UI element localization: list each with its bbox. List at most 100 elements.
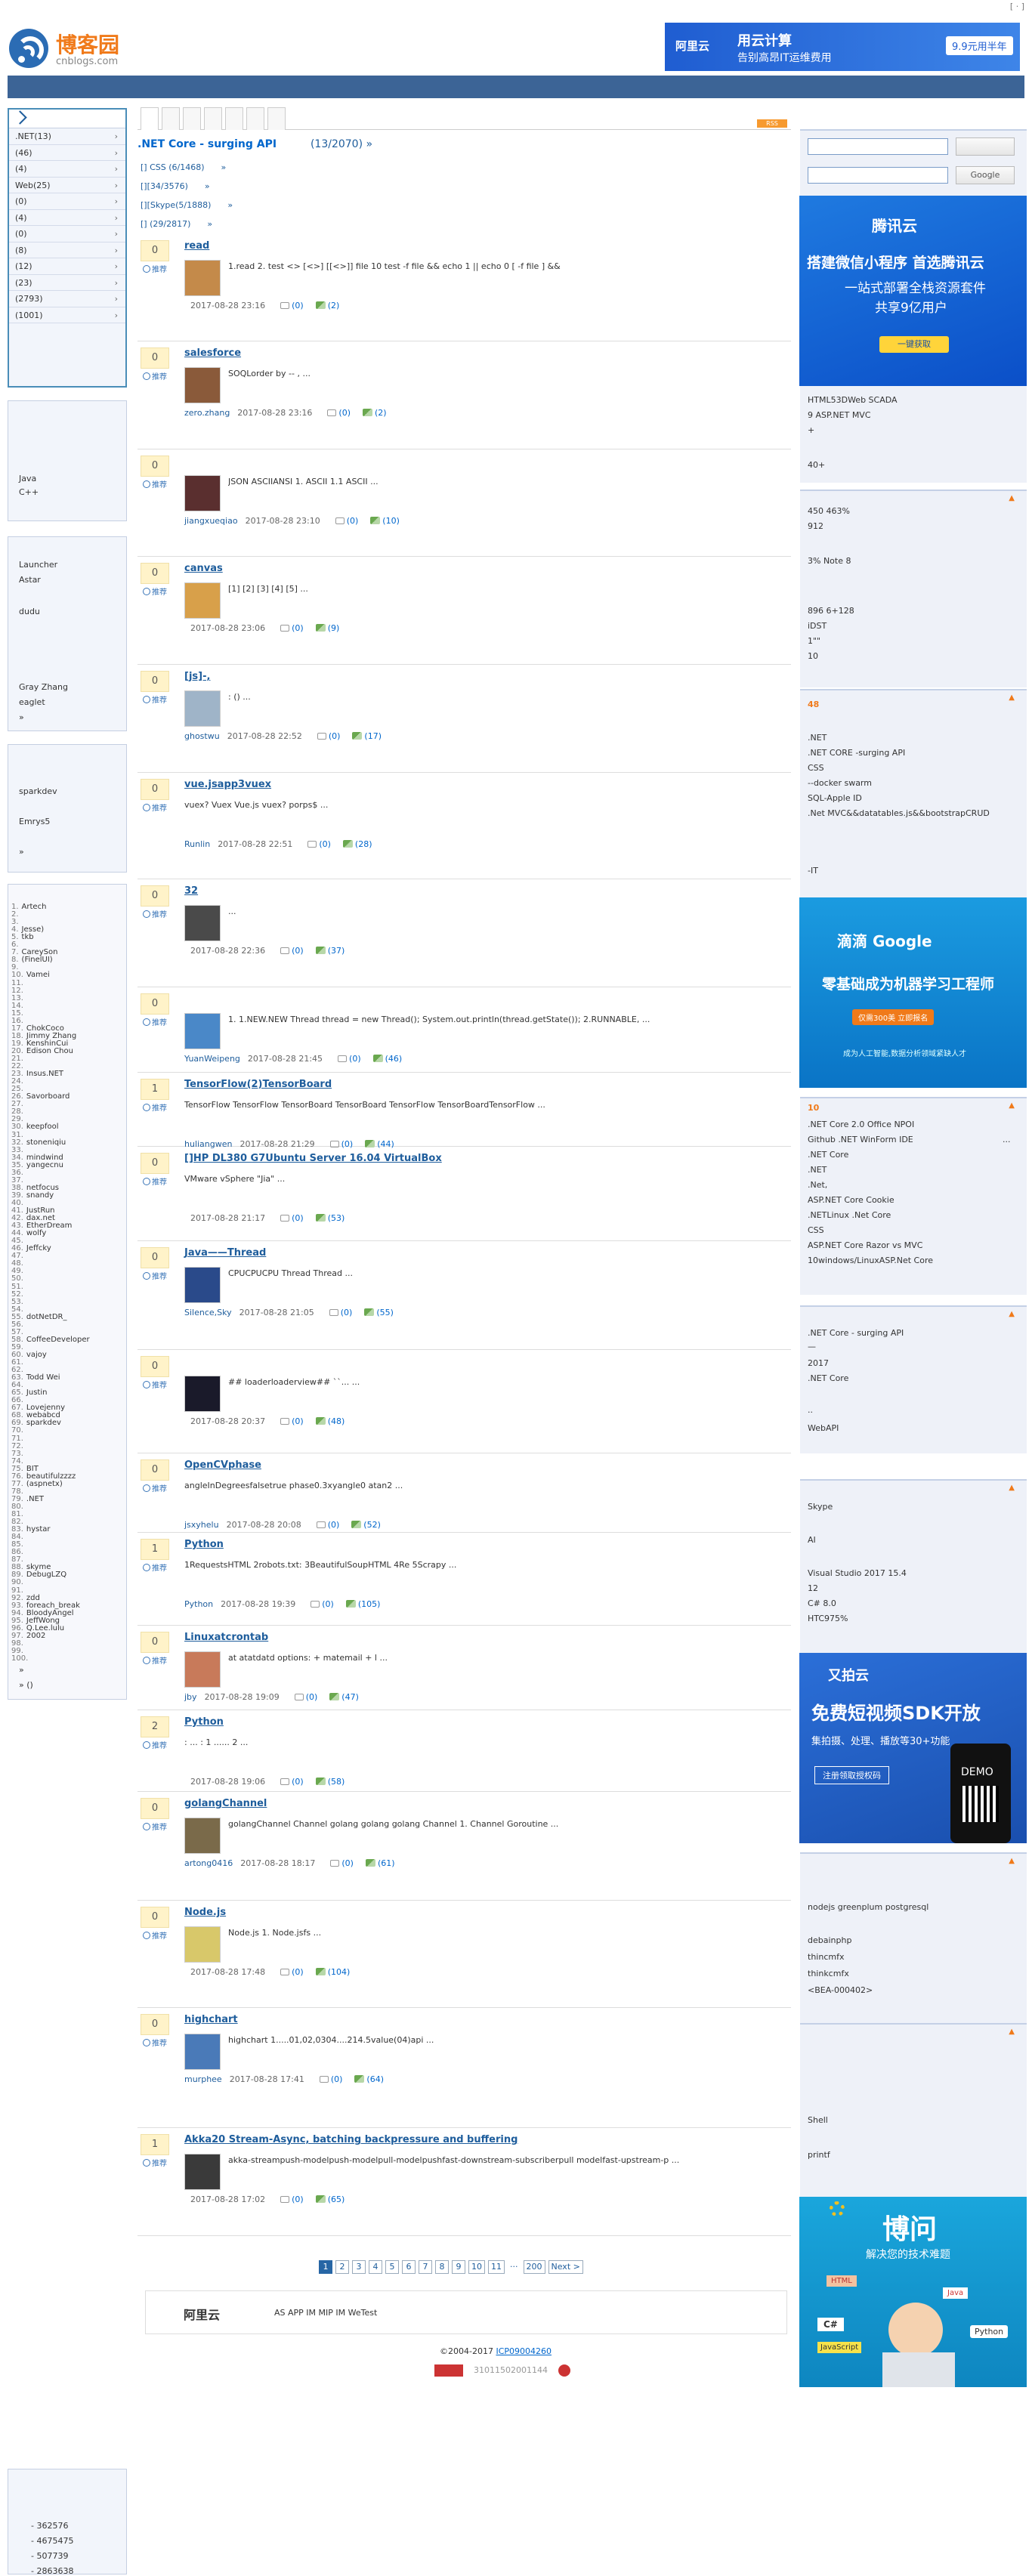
recommend-button[interactable]: 推荐 — [141, 1483, 169, 1496]
right-link[interactable]: .Net, — [808, 1180, 827, 1190]
tab-item[interactable] — [162, 107, 180, 130]
pager-link[interactable]: 11 — [488, 2260, 505, 2274]
category-item[interactable]: (0) › — [9, 193, 125, 210]
pager-link[interactable]: 200 — [523, 2260, 545, 2274]
collapse-icon[interactable]: ▲ — [1009, 1310, 1015, 1318]
author-avatar[interactable] — [184, 582, 221, 619]
rss-icon[interactable]: RSS — [757, 119, 787, 128]
author-avatar[interactable] — [184, 1651, 221, 1688]
left-link[interactable]: Launcher — [19, 560, 57, 570]
right-link[interactable]: Visual Studio 2017 15.4 — [808, 1568, 907, 1578]
right-link[interactable]: printf — [808, 2150, 830, 2160]
ad-bowen[interactable]: 博问 解决您的技术难题 HTML Java C# JavaScript Pyth… — [799, 2197, 1027, 2387]
recommend-button[interactable]: 推荐 — [141, 1379, 169, 1393]
right-link[interactable]: thincmfx — [808, 1952, 844, 1962]
left-link[interactable]: Java — [19, 474, 36, 483]
right-link[interactable]: nodejs greenplum postgresql — [808, 1902, 928, 1912]
pager-link[interactable]: 5 — [385, 2260, 399, 2274]
tab-item[interactable] — [141, 107, 159, 130]
right-link[interactable]: .NETLinux .Net Core — [808, 1210, 891, 1220]
comment-count[interactable]: (0) — [292, 1416, 304, 1426]
view-count[interactable]: (61) — [378, 1858, 395, 1868]
pager-link[interactable]: 8 — [435, 2260, 449, 2274]
collapse-icon[interactable]: ▲ — [1009, 693, 1015, 702]
view-count[interactable]: (65) — [328, 2195, 345, 2204]
ad-upyun[interactable]: 又拍云 免费短视频SDK开放 集拍摄、处理、播放等30+功能 注册领取授权码 D… — [799, 1653, 1027, 1843]
right-link[interactable]: .NET CORE -surging API — [808, 748, 905, 758]
recommend-button[interactable]: 推荐 — [141, 1176, 169, 1190]
right-link[interactable]: ASP.NET Core Cookie — [808, 1195, 895, 1205]
author-avatar[interactable] — [184, 2034, 221, 2070]
comment-count[interactable]: (0) — [328, 1520, 340, 1530]
category-item[interactable]: (8) › — [9, 242, 125, 258]
right-link[interactable]: C# 8.0 — [808, 1598, 836, 1608]
author-link[interactable]: YuanWeipeng — [184, 1054, 240, 1064]
collapse-icon[interactable]: ▲ — [1009, 1857, 1015, 1865]
right-link[interactable]: .Net MVC&&datatables.js&&bootstrapCRUD — [808, 808, 990, 818]
comment-count[interactable]: (0) — [292, 301, 304, 310]
collapse-icon[interactable]: ▲ — [1009, 2028, 1015, 2036]
footer-ad[interactable]: 阿里云 AS APP IM MIP IM WeTest — [145, 2290, 787, 2334]
view-count[interactable]: (2) — [375, 408, 387, 418]
right-link[interactable]: SQL-Apple ID — [808, 793, 862, 803]
recommend-button[interactable]: 推荐 — [141, 1655, 169, 1669]
recommend-button[interactable]: 推荐 — [141, 371, 169, 385]
right-more[interactable]: ... — [1003, 1135, 1011, 1144]
category-item[interactable]: (0) › — [9, 226, 125, 242]
view-count[interactable]: (10) — [382, 516, 400, 526]
right-link[interactable]: thinkcmfx — [808, 1969, 849, 1978]
post-title[interactable]: salesforce — [184, 347, 241, 359]
pager-link[interactable]: 4 — [369, 2260, 382, 2274]
tab-item[interactable] — [246, 107, 264, 130]
comment-count[interactable]: (0) — [322, 1599, 334, 1609]
right-link[interactable]: -IT — [808, 866, 818, 876]
left-link[interactable]: Emrys5 — [19, 817, 50, 826]
recommend-button[interactable]: 推荐 — [141, 264, 169, 277]
recommend-button[interactable]: 推荐 — [141, 694, 169, 708]
comment-count[interactable]: (0) — [292, 2195, 304, 2204]
site-search-button[interactable] — [956, 137, 1015, 156]
left-link[interactable]: Astar — [19, 575, 41, 585]
post-title[interactable]: OpenCVphase — [184, 1459, 261, 1471]
tag-row[interactable]: [] CSS (6/1468) » — [141, 162, 226, 172]
right-link[interactable]: 896 6+128 — [808, 606, 854, 616]
category-item[interactable]: .NET(13) › — [9, 128, 125, 145]
right-link[interactable]: 1"" — [808, 636, 820, 646]
recommend-button[interactable]: 推荐 — [141, 2037, 169, 2051]
pager-link[interactable]: 1 — [319, 2260, 332, 2274]
comment-count[interactable]: (0) — [341, 1139, 354, 1149]
view-count[interactable]: (48) — [328, 1416, 345, 1426]
post-title[interactable]: Linuxatcrontab — [184, 1632, 268, 1643]
tag-row[interactable]: [][Skype(5/1888) » — [141, 200, 233, 210]
view-count[interactable]: (9) — [328, 623, 340, 633]
pager-link[interactable]: 2 — [335, 2260, 349, 2274]
author-link[interactable]: jsxyhelu — [184, 1520, 219, 1530]
author-link[interactable]: zero.zhang — [184, 408, 230, 418]
ad-didi-google[interactable]: 滴滴 Google 零基础成为机器学习工程师 仅需300美 立即报名 成为人工智… — [799, 897, 1027, 1088]
comment-count[interactable]: (0) — [292, 623, 304, 633]
tag-row[interactable]: [][34/3576) » — [141, 181, 210, 191]
ranking-item[interactable]: 100. — [11, 1653, 31, 1663]
right-link[interactable]: 3% Note 8 — [808, 556, 851, 566]
ad-button[interactable]: 一键获取 — [879, 336, 949, 353]
comment-count[interactable]: (0) — [292, 1967, 304, 1977]
tab-item[interactable] — [267, 107, 286, 130]
right-link[interactable]: debainphp — [808, 1935, 851, 1945]
site-logo[interactable]: 博客园 cnblogs.com — [8, 23, 128, 68]
category-item[interactable]: (46) › — [9, 145, 125, 161]
category-item[interactable]: (4) › — [9, 210, 125, 226]
recommend-button[interactable]: 推荐 — [141, 2157, 169, 2171]
author-link[interactable]: murphee — [184, 2074, 222, 2084]
author-avatar[interactable] — [184, 1926, 221, 1963]
right-link[interactable]: 2017 — [808, 1358, 829, 1368]
comment-count[interactable]: (0) — [329, 731, 341, 741]
category-item[interactable]: Web(25) › — [9, 178, 125, 193]
google-search-input[interactable] — [808, 167, 948, 184]
recommend-button[interactable]: 推荐 — [141, 1740, 169, 1753]
category-item[interactable]: (4) › — [9, 161, 125, 178]
left-link[interactable]: dudu — [19, 607, 40, 616]
right-link[interactable]: --docker swarm — [808, 778, 872, 788]
post-title[interactable]: Node.js — [184, 1907, 226, 1918]
right-link[interactable]: — — [808, 1342, 816, 1351]
comment-count[interactable]: (0) — [341, 1308, 353, 1317]
